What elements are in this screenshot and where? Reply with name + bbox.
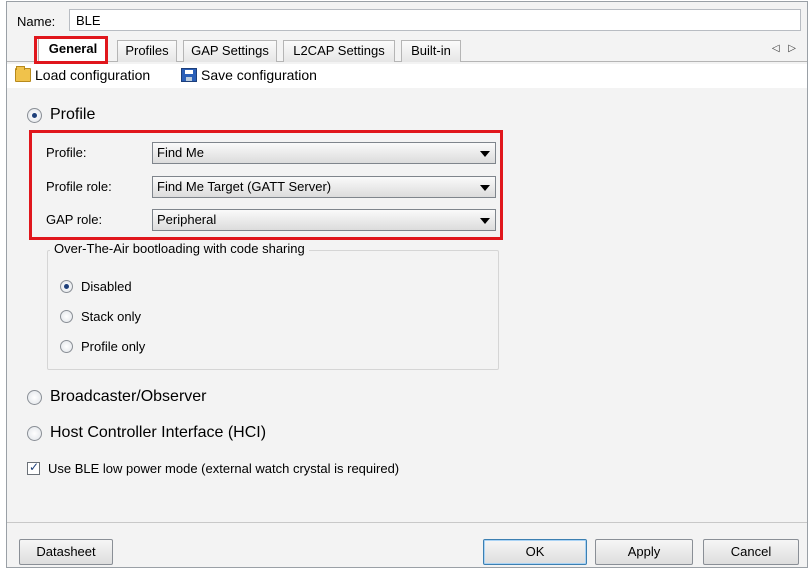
mode-broadcaster-radio[interactable]: Broadcaster/Observer: [27, 388, 207, 406]
ble-config-dialog: Name: General Profiles GAP Settings L2CA…: [6, 1, 808, 568]
tab-scroll-arrows-icon[interactable]: ◁ ▷: [772, 43, 799, 54]
datasheet-button[interactable]: Datasheet: [19, 539, 113, 565]
save-configuration-button[interactable]: Save configuration: [181, 67, 317, 83]
toolbar: Load configuration Save configuration: [7, 64, 807, 88]
radio-selected-icon: [60, 280, 73, 293]
low-power-label: Use BLE low power mode (external watch c…: [48, 461, 400, 476]
name-row: Name:: [7, 6, 807, 34]
profile-field-label: Profile:: [46, 145, 87, 160]
low-power-checkbox-row[interactable]: Use BLE low power mode (external watch c…: [27, 460, 400, 476]
load-configuration-button[interactable]: Load configuration: [15, 66, 151, 83]
save-configuration-label: Save configuration: [201, 67, 317, 83]
profile-settings-highlight: Profile: Find Me Profile role: Find Me T…: [29, 130, 503, 240]
mode-profile-label: Profile: [50, 106, 96, 123]
checkbox-checked-icon[interactable]: [27, 460, 40, 475]
profile-role-label: Profile role:: [46, 179, 112, 194]
floppy-disk-icon: [181, 68, 197, 82]
ota-stack-only-radio[interactable]: Stack only: [60, 309, 141, 324]
general-tab-content: Profile Profile: Find Me Profile role: F…: [7, 88, 807, 522]
mode-broadcaster-label: Broadcaster/Observer: [50, 388, 207, 405]
ota-bootloading-group: Over-The-Air bootloading with code shari…: [47, 241, 499, 370]
profile-role-dropdown[interactable]: Find Me Target (GATT Server): [152, 176, 496, 198]
ota-profile-only-radio[interactable]: Profile only: [60, 339, 145, 354]
ota-profile-only-label: Profile only: [81, 339, 146, 354]
mode-hci-radio[interactable]: Host Controller Interface (HCI): [27, 424, 266, 442]
ok-button[interactable]: OK: [483, 539, 587, 565]
name-label: Name:: [17, 14, 56, 29]
load-configuration-label: Load configuration: [35, 67, 151, 83]
folder-open-icon: [15, 66, 31, 82]
dropdown-arrow-icon: [480, 185, 490, 191]
radio-unselected-icon: [60, 340, 73, 353]
mode-hci-label: Host Controller Interface (HCI): [50, 424, 267, 441]
profile-dropdown[interactable]: Find Me: [152, 142, 496, 164]
gap-role-dropdown[interactable]: Peripheral: [152, 209, 496, 231]
dropdown-arrow-icon: [480, 151, 490, 157]
gap-role-dropdown-value: Peripheral: [157, 212, 217, 227]
tab-profiles[interactable]: Profiles: [117, 40, 177, 62]
ota-disabled-radio[interactable]: Disabled: [60, 279, 132, 294]
radio-unselected-icon: [27, 425, 42, 441]
cancel-button[interactable]: Cancel: [703, 539, 799, 565]
profile-role-dropdown-value: Find Me Target (GATT Server): [157, 179, 332, 194]
ota-disabled-label: Disabled: [81, 279, 132, 294]
tab-gap-settings[interactable]: GAP Settings: [183, 40, 277, 62]
tab-strip: General Profiles GAP Settings L2CAP Sett…: [7, 38, 807, 62]
tab-l2cap-settings[interactable]: L2CAP Settings: [283, 40, 395, 62]
ota-stack-only-label: Stack only: [81, 309, 141, 324]
name-input[interactable]: [69, 9, 801, 31]
apply-button[interactable]: Apply: [595, 539, 693, 565]
tab-general[interactable]: General: [38, 38, 108, 62]
radio-unselected-icon: [60, 310, 73, 323]
dialog-button-bar: Datasheet OK Apply Cancel: [7, 522, 807, 567]
profile-dropdown-value: Find Me: [157, 145, 204, 160]
radio-selected-icon: [27, 107, 42, 123]
tab-built-in[interactable]: Built-in: [401, 40, 461, 62]
ota-group-title: Over-The-Air bootloading with code shari…: [50, 241, 309, 256]
radio-unselected-icon: [27, 389, 42, 405]
gap-role-label: GAP role:: [46, 212, 103, 227]
mode-profile-radio[interactable]: Profile: [27, 106, 95, 124]
dropdown-arrow-icon: [480, 218, 490, 224]
